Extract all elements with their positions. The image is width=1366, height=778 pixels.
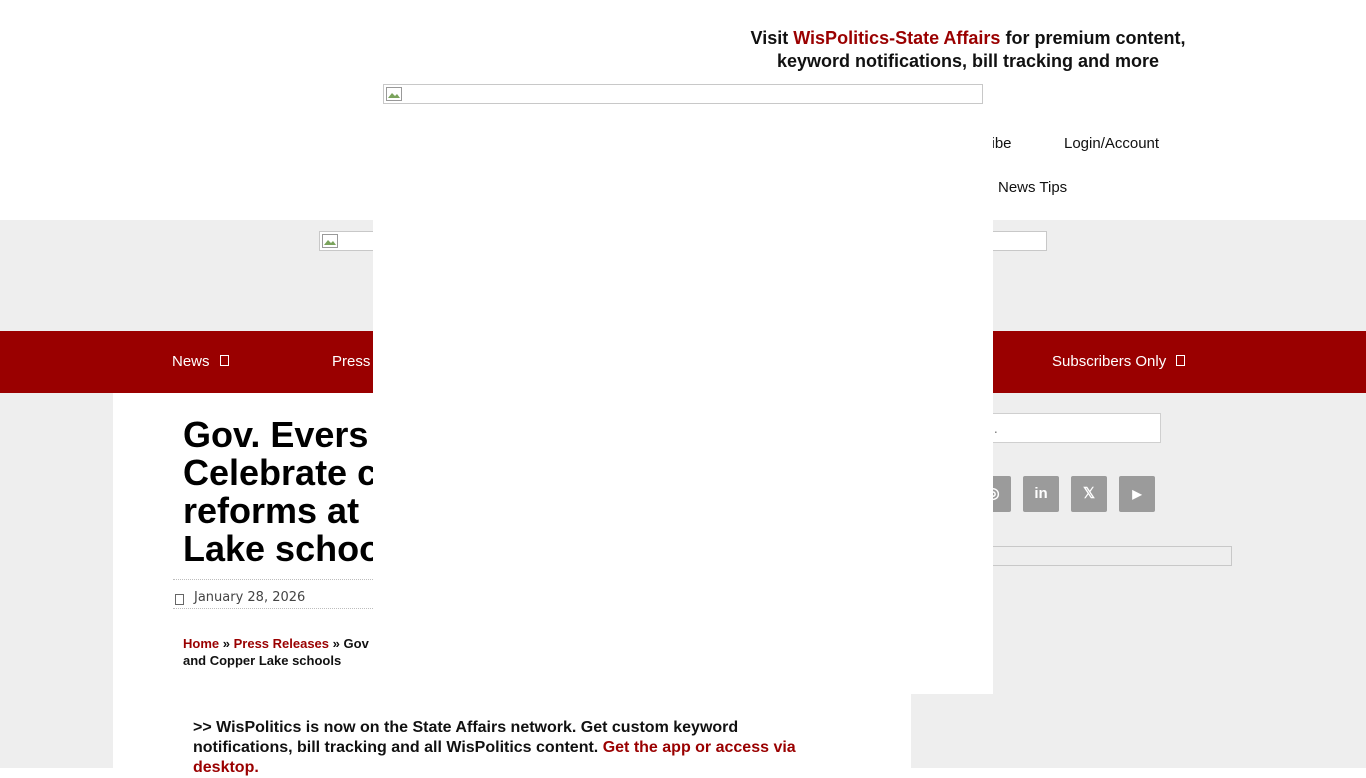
nav-press[interactable]: Press [332, 331, 370, 393]
breadcrumb-current: Gov [343, 636, 369, 651]
nav-subscribers-label: Subscribers Only [1052, 353, 1167, 370]
promo-line-1: Visit WisPolitics-State Affairs for prem… [700, 27, 1236, 50]
youtube-icon[interactable]: ▶ [1119, 476, 1155, 512]
nav-news-label: News [172, 353, 210, 370]
promo-line-2: keyword notifications, bill tracking and… [776, 51, 1160, 71]
promo-brand-link[interactable]: WisPolitics-State Affairs [793, 28, 1000, 48]
chevron-down-icon [219, 354, 229, 366]
linkedin-icon[interactable]: in [1023, 476, 1059, 512]
article-date: January 28, 2026 [194, 590, 306, 605]
promo-visit: Visit [750, 28, 789, 48]
nav-news[interactable]: News [172, 331, 229, 393]
meta-divider-bottom [173, 608, 383, 609]
breadcrumb-current-cont: and Copper Lake schools [183, 653, 342, 668]
breadcrumb-separator: » [222, 636, 230, 651]
meta-divider-top [173, 579, 383, 580]
calendar-icon [175, 594, 184, 605]
chevron-down-icon [1176, 354, 1186, 366]
x-twitter-icon[interactable]: 𝕏 [1071, 476, 1107, 512]
premium-promo: Visit WisPolitics-State Affairs for prem… [700, 27, 1236, 73]
breadcrumb-separator: » [332, 636, 340, 651]
nav-press-label: Press [332, 353, 371, 370]
sidebar-ad-image[interactable] [980, 546, 1232, 566]
nav-login-account-link[interactable]: Login/Account [1064, 135, 1159, 152]
nav-subscribers-only[interactable]: Subscribers Only [1052, 331, 1186, 393]
state-affairs-notice: >> WisPolitics is now on the State Affai… [193, 718, 833, 778]
promo-line1-rest: for premium content, [1005, 28, 1186, 48]
breadcrumb-press-releases[interactable]: Press Releases [234, 636, 329, 651]
nav-news-tips-link[interactable]: News Tips [998, 179, 1067, 196]
ad-overlay[interactable] [373, 84, 993, 694]
breadcrumb-home[interactable]: Home [183, 636, 219, 651]
ad-overlay-image[interactable] [383, 84, 983, 104]
